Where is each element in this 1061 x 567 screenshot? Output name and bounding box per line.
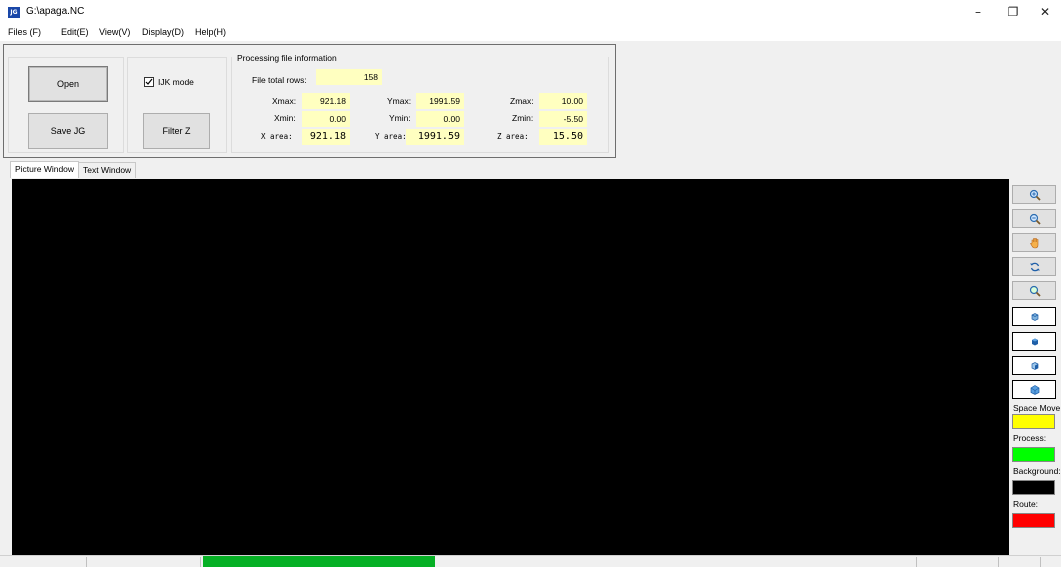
ymin-value: 0.00	[416, 111, 464, 127]
zoom-out-icon	[1029, 213, 1041, 225]
ymax-value: 1991.59	[416, 93, 464, 109]
ijk-mode-label: IJK mode	[158, 77, 194, 87]
pan-button[interactable]	[1012, 233, 1056, 252]
checkmark-icon	[145, 78, 153, 85]
ymin-label: Ymin:	[389, 113, 411, 123]
maximize-button[interactable]: ❐	[996, 0, 1030, 24]
file-info-title: Processing file information	[237, 53, 339, 63]
menu-display[interactable]: Display(D)	[142, 27, 184, 37]
control-panel: Open Save JG IJK mode Filter Z Processin…	[3, 44, 616, 158]
app-icon: JG	[8, 7, 20, 18]
status-bar	[0, 555, 1061, 567]
xarea-label: X area:	[261, 132, 293, 141]
filter-z-button[interactable]: Filter Z	[143, 113, 210, 149]
zmin-label: Zmin:	[512, 113, 534, 123]
view-tools-panel: Space Move Process: Background: Route:	[1010, 179, 1061, 555]
route-label: Route:	[1013, 499, 1039, 509]
xmax-value: 921.18	[302, 93, 350, 109]
background-label: Background:	[1013, 466, 1061, 476]
process-color-swatch[interactable]	[1012, 447, 1055, 462]
view-side-button[interactable]	[1012, 356, 1056, 375]
status-divider	[200, 557, 201, 567]
zoom-out-button[interactable]	[1012, 209, 1056, 228]
view-front-button[interactable]	[1012, 307, 1056, 326]
picture-canvas[interactable]	[12, 179, 1009, 555]
ijk-mode-checkbox[interactable]	[144, 77, 154, 87]
menu-view[interactable]: View(V)	[99, 27, 130, 37]
file-buttons-group: Open Save JG	[8, 57, 124, 153]
window-title: G:\apaga.NC	[26, 6, 85, 17]
process-label: Process:	[1013, 433, 1047, 443]
title-bar: JG G:\apaga.NC – ❐ ✕	[0, 0, 1061, 24]
xmin-label: Xmin:	[274, 113, 296, 123]
zmax-label: Zmax:	[510, 96, 534, 106]
view-iso-button[interactable]	[1012, 380, 1056, 399]
rotate-icon	[1030, 262, 1040, 272]
zoom-in-button[interactable]	[1012, 185, 1056, 204]
view-front-icon	[1031, 313, 1039, 321]
status-divider	[1040, 557, 1041, 567]
tab-picture-window[interactable]: Picture Window	[10, 161, 80, 178]
yarea-label: Y area:	[375, 132, 407, 141]
open-button[interactable]: Open	[28, 66, 108, 102]
status-divider	[916, 557, 917, 567]
menu-bar: Files (F) Edit(E) View(V) Display(D) Hel…	[0, 24, 1061, 41]
view-top-button[interactable]	[1012, 332, 1056, 351]
xmax-label: Xmax:	[272, 96, 297, 106]
status-divider	[86, 557, 87, 567]
zoom-fit-button[interactable]	[1012, 281, 1056, 300]
save-jg-button[interactable]: Save JG	[28, 113, 108, 149]
pan-hand-icon	[1030, 238, 1039, 249]
zoom-in-icon	[1029, 189, 1041, 201]
zmax-value: 10.00	[539, 93, 587, 109]
zmin-value: -5.50	[539, 111, 587, 127]
menu-help[interactable]: Help(H)	[195, 27, 226, 37]
space-move-color-swatch[interactable]	[1012, 414, 1055, 429]
view-iso-icon	[1030, 385, 1040, 395]
view-side-icon	[1031, 362, 1039, 370]
space-move-label: Space Move	[1013, 403, 1061, 413]
total-rows-label: File total rows:	[252, 75, 307, 85]
zarea-value: 15.50	[539, 129, 587, 145]
view-tabs: Picture Window Text Window	[10, 161, 310, 178]
xarea-value: 921.18	[302, 129, 350, 145]
xmin-value: 0.00	[302, 111, 350, 127]
ymax-label: Ymax:	[387, 96, 412, 106]
menu-files[interactable]: Files (F)	[8, 27, 41, 37]
yarea-value: 1991.59	[406, 129, 464, 145]
route-color-swatch[interactable]	[1012, 513, 1055, 528]
menu-edit[interactable]: Edit(E)	[61, 27, 89, 37]
rotate-button[interactable]	[1012, 257, 1056, 276]
close-button[interactable]: ✕	[1028, 0, 1061, 24]
status-divider	[998, 557, 999, 567]
minimize-button[interactable]: –	[961, 0, 995, 24]
background-color-swatch[interactable]	[1012, 480, 1055, 495]
options-group: IJK mode Filter Z	[127, 57, 227, 153]
zarea-label: Z area:	[497, 132, 529, 141]
total-rows-value: 158	[316, 69, 382, 85]
tab-text-window[interactable]: Text Window	[78, 162, 137, 178]
zoom-fit-icon	[1029, 285, 1041, 297]
view-top-icon	[1032, 338, 1038, 346]
progress-bar	[203, 556, 435, 567]
